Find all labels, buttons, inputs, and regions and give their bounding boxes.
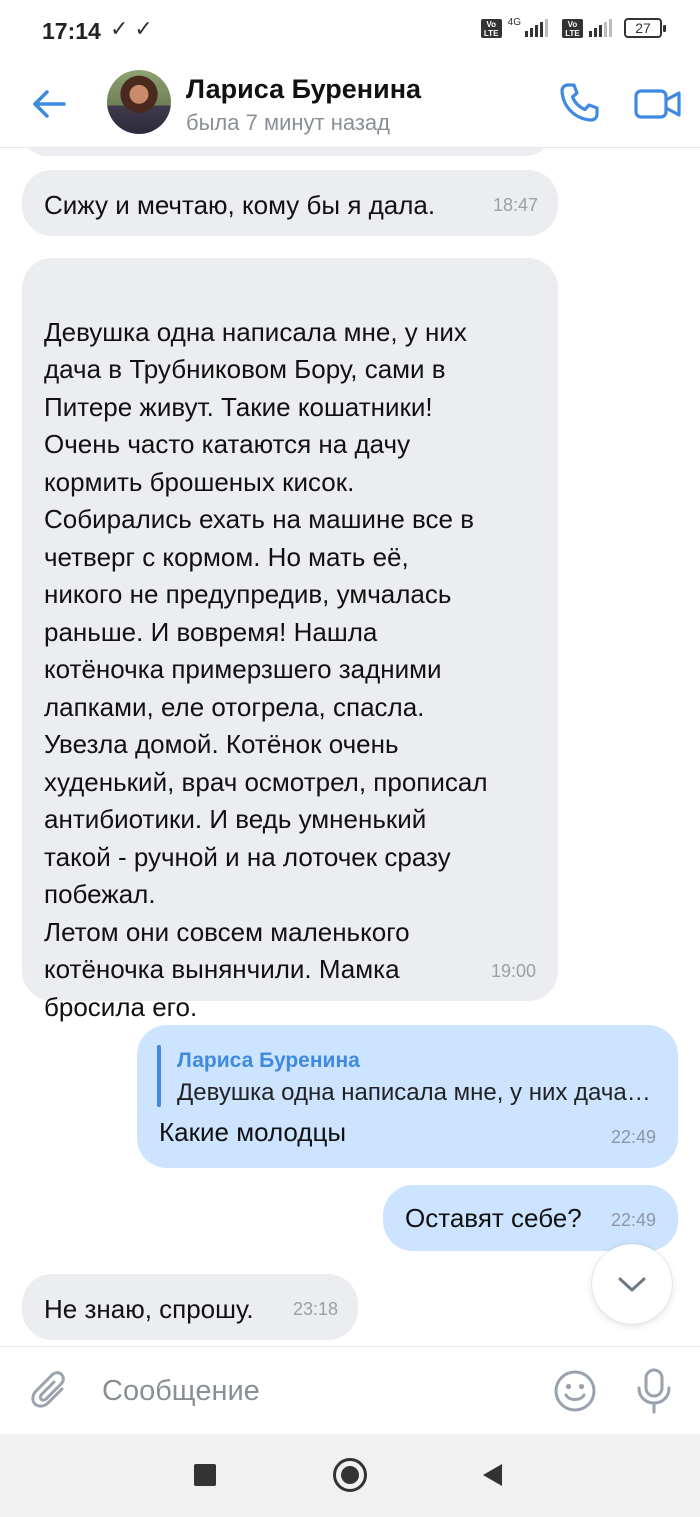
recents-button[interactable] <box>194 1464 216 1486</box>
message-time: 18:47 <box>492 194 538 215</box>
attach-button[interactable] <box>28 1369 74 1415</box>
message-text: Сижу и мечтаю, кому бы я дала. <box>44 190 436 220</box>
status-time: 17:14 <box>42 18 101 44</box>
call-button[interactable] <box>556 80 602 126</box>
status-bar: 17:14 ✓✓ Vo LTE 4G Vo LTE 27 <box>0 0 700 62</box>
volte-icon-2: Vo LTE <box>562 18 583 38</box>
message-composer <box>0 1346 700 1434</box>
reply-quote-text[interactable]: Девушка одна написала мне, у них дача в … <box>177 1074 655 1112</box>
contact-last-seen: была 7 минут назад <box>186 110 390 135</box>
battery-icon: 27 <box>624 18 666 38</box>
status-indicators: Vo LTE 4G Vo LTE 27 <box>480 16 666 38</box>
chevron-down-icon <box>618 1277 646 1292</box>
arrow-left-icon <box>33 90 66 118</box>
smiley-icon <box>554 1370 596 1412</box>
message-text: Девушка одна написала мне, у них дача в … <box>44 316 488 1022</box>
previous-message-bubble <box>22 148 550 156</box>
check-marks-icon: ✓✓ <box>110 16 159 41</box>
message-incoming[interactable]: Не знаю, спрошу. 23:18 <box>22 1274 358 1340</box>
paperclip-icon <box>31 1371 65 1408</box>
back-button[interactable] <box>28 82 72 126</box>
signal-strength-icon <box>525 19 548 37</box>
message-incoming[interactable]: Сижу и мечтаю, кому бы я дала. 18:47 <box>22 170 558 236</box>
chat-header: Лариса Буренина была 7 минут назад <box>0 62 700 148</box>
message-input[interactable] <box>102 1367 522 1415</box>
message-text: Какие молодцы <box>159 1117 347 1147</box>
microphone-icon <box>637 1368 671 1414</box>
scroll-to-bottom-button[interactable] <box>592 1244 672 1324</box>
video-camera-icon <box>634 89 681 119</box>
home-button[interactable] <box>333 1458 367 1492</box>
message-list[interactable]: Сижу и мечтаю, кому бы я дала. 18:47 Дев… <box>0 148 700 1346</box>
system-back-button[interactable] <box>483 1464 502 1486</box>
message-outgoing[interactable]: Лариса Буренина Девушка одна написала мн… <box>137 1025 678 1168</box>
system-navigation-bar <box>0 1434 700 1517</box>
phone-icon <box>560 83 599 122</box>
signal-strength-icon-2 <box>589 19 612 37</box>
video-call-button[interactable] <box>632 82 684 126</box>
contact-name[interactable]: Лариса Буренина <box>186 74 421 105</box>
reply-quote-bar <box>157 1045 161 1107</box>
message-incoming[interactable]: Девушка одна написала мне, у них дача в … <box>22 258 558 1022</box>
message-time: 19:00 <box>490 960 536 981</box>
message-time: 22:49 <box>610 1209 656 1230</box>
message-time: 22:49 <box>610 1126 656 1147</box>
emoji-button[interactable] <box>553 1369 597 1413</box>
avatar[interactable] <box>107 70 171 134</box>
volte-icon: Vo LTE <box>480 18 502 38</box>
network-type: 4G <box>507 16 521 28</box>
voice-message-button[interactable] <box>634 1367 674 1415</box>
message-time: 23:18 <box>292 1298 338 1319</box>
message-outgoing[interactable]: Оставят себе? 22:49 <box>383 1185 678 1251</box>
